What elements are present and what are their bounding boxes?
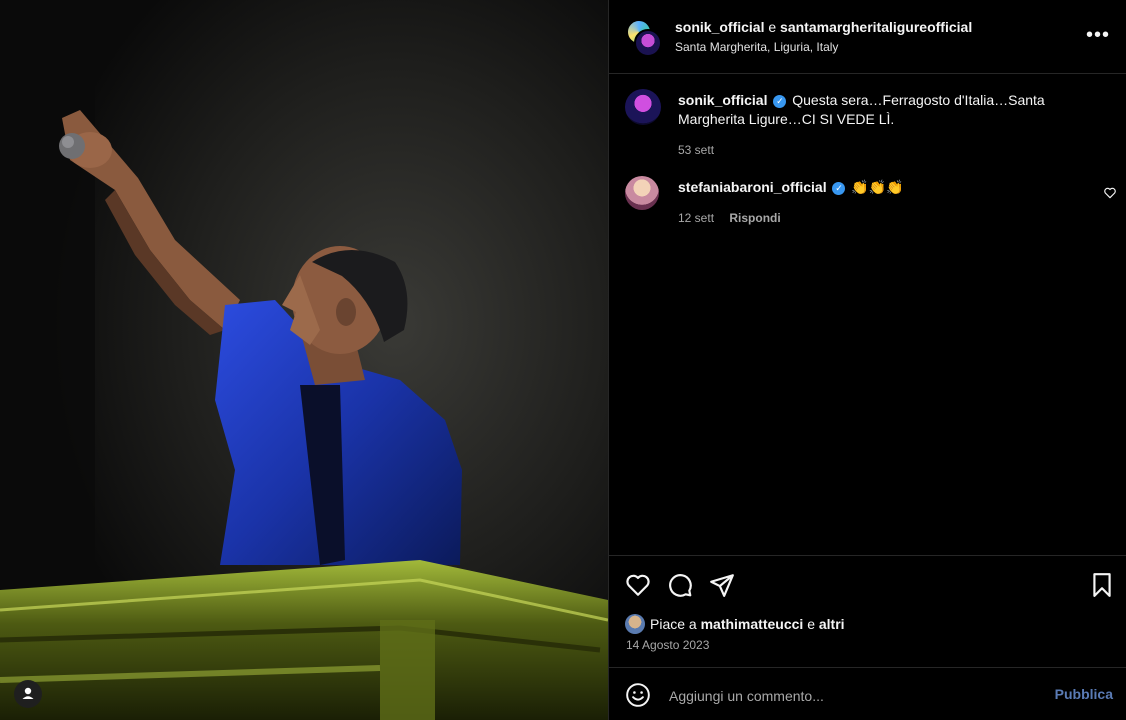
location-link[interactable]: Santa Margherita, Liguria, Italy [675,40,838,54]
liker-avatar[interactable] [625,614,645,634]
post-date[interactable]: 14 Agosto 2023 [626,638,709,652]
caption-timestamp[interactable]: 53 sett [678,143,714,157]
user-icon [22,687,34,699]
concert-photo [0,0,608,720]
comment-item: stefaniabaroni_official ✓ 👏👏👏 12 sett Ri… [625,176,1117,225]
share-send-icon[interactable] [709,572,735,598]
comment-composer: Pubblica [609,667,1126,720]
comment-username-link[interactable]: stefaniabaroni_official [678,179,827,195]
publish-button[interactable]: Pubblica [1055,686,1113,702]
likes-summary: Piace a mathimatteucci e altri [625,614,845,634]
post-image[interactable] [0,0,608,720]
caption-meta: 53 sett [678,143,1105,157]
more-options-icon[interactable]: ••• [1086,24,1110,47]
caption-username-link[interactable]: sonik_official [678,92,767,108]
liker-username-link[interactable]: mathimatteucci [701,616,804,632]
author-avatar[interactable] [634,29,662,57]
likes-conj: e [807,616,815,632]
post-sidebar: sonik_official e santamargheritaligureof… [608,0,1126,720]
reply-button[interactable]: Rispondi [729,211,780,225]
emoji-smiley-icon[interactable] [625,682,651,708]
header-usernames: sonik_official e santamargheritaligureof… [675,19,972,35]
comment-text: 👏👏👏 [851,179,904,195]
verified-badge-icon: ✓ [773,95,787,108]
conjunction-text: e [768,19,777,35]
caption-body: sonik_official ✓ Questa sera…Ferragosto … [678,89,1105,129]
comment-timestamp[interactable]: 12 sett [678,211,714,225]
comment-like-heart-icon[interactable] [1103,186,1117,200]
save-bookmark-icon[interactable] [1089,572,1115,598]
caption: sonik_official ✓ Questa sera…Ferragosto … [625,89,1105,157]
tagged-users-button[interactable] [14,680,42,708]
verified-badge-icon: ✓ [832,182,846,195]
comment-input[interactable] [667,684,1041,708]
author-username-link[interactable]: sonik_official [675,19,764,35]
collaborator-username-link[interactable]: santamargheritaligureofficial [780,19,972,35]
collab-avatars[interactable] [626,19,662,57]
post-actions: Piace a mathimatteucci e altri 14 Agosto… [609,555,1126,667]
comment-bubble-icon[interactable] [667,572,693,598]
like-heart-icon[interactable] [625,572,651,598]
comment-body: stefaniabaroni_official ✓ 👏👏👏 [678,176,1117,197]
post-header: sonik_official e santamargheritaligureof… [609,0,1126,74]
likes-prefix: Piace a [650,616,697,632]
comment-meta: 12 sett Rispondi [678,211,1117,225]
likes-others-link[interactable]: altri [819,616,845,632]
caption-avatar[interactable] [625,89,661,125]
comment-avatar[interactable] [625,176,659,210]
